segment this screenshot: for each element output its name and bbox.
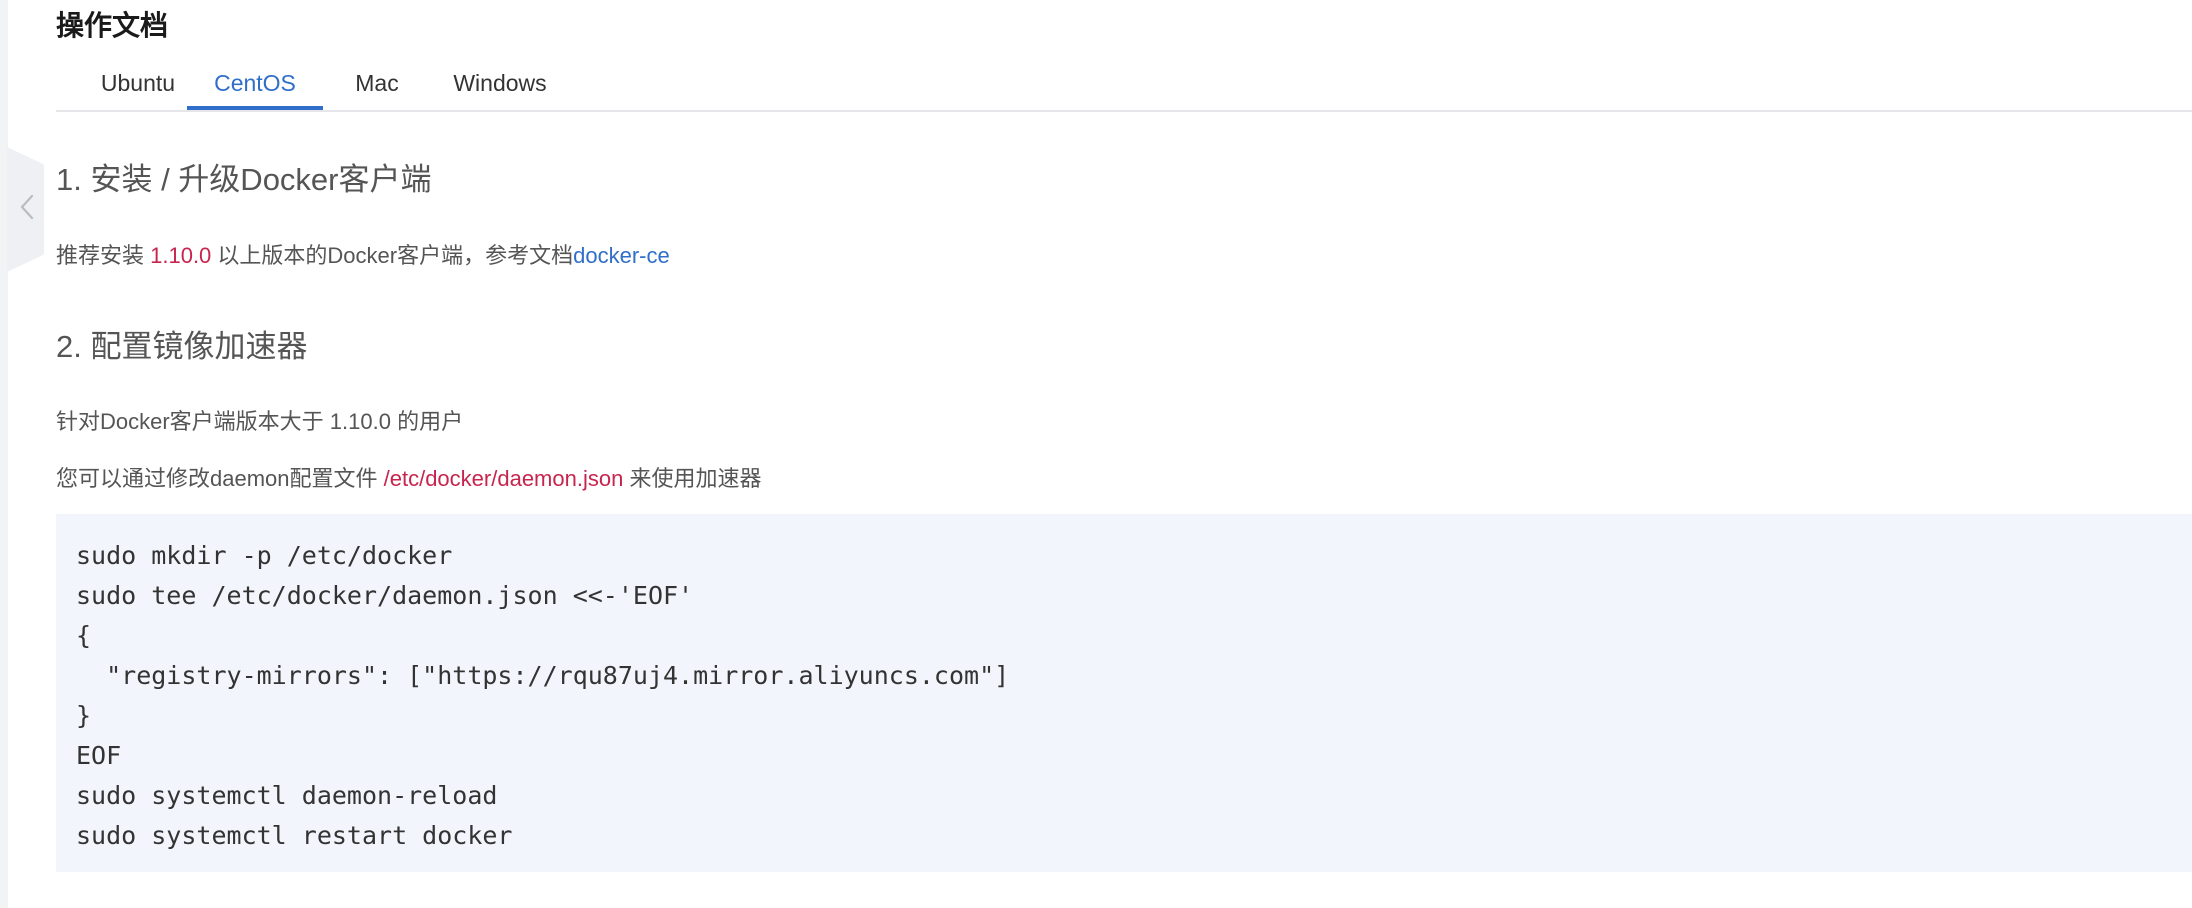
page-title: 操作文档 xyxy=(56,10,169,41)
left-sidebar-edge xyxy=(0,0,8,908)
tab-ubuntu[interactable]: Ubuntu xyxy=(80,58,196,108)
config-text-prefix: 您可以通过修改daemon配置文件 xyxy=(56,466,384,491)
os-tabs: Ubuntu CentOS Mac Windows xyxy=(56,58,2192,112)
mirror-config-instruction: 您可以通过修改daemon配置文件 /etc/docker/daemon.jso… xyxy=(56,463,761,495)
config-text-suffix: 来使用加速器 xyxy=(623,466,762,491)
code-line: sudo systemctl restart docker xyxy=(76,821,513,850)
code-line: sudo tee /etc/docker/daemon.json <<-'EOF… xyxy=(76,581,694,610)
section-mirror-heading: 2. 配置镜像加速器 xyxy=(56,329,308,364)
docker-version: 1.10.0 xyxy=(150,243,212,268)
sidebar-collapse-toggle[interactable] xyxy=(7,147,44,272)
install-text-middle: 以上版本的Docker客户端，参考文档 xyxy=(211,243,574,268)
code-line: EOF xyxy=(76,741,122,770)
tab-mac[interactable]: Mac xyxy=(346,58,408,108)
tab-windows[interactable]: Windows xyxy=(440,58,560,108)
docker-ce-link[interactable]: docker-ce xyxy=(573,243,670,268)
tab-centos[interactable]: CentOS xyxy=(187,58,323,110)
code-block[interactable]: sudo mkdir -p /etc/docker sudo tee /etc/… xyxy=(56,514,2192,872)
code-line: sudo mkdir -p /etc/docker xyxy=(76,541,453,570)
code-line: sudo systemctl daemon-reload xyxy=(76,781,498,810)
install-text-prefix: 推荐安装 xyxy=(56,243,151,268)
code-line: { xyxy=(76,621,92,650)
section-install-heading: 1. 安装 / 升级Docker客户端 xyxy=(56,162,432,197)
mirror-version-note: 针对Docker客户端版本大于 1.10.0 的用户 xyxy=(56,409,464,434)
code-line: } xyxy=(76,701,92,730)
daemon-config-path: /etc/docker/daemon.json xyxy=(383,466,624,491)
install-recommendation-text: 推荐安装 1.10.0 以上版本的Docker客户端，参考文档docker-ce xyxy=(56,240,670,272)
chevron-left-icon xyxy=(16,193,36,226)
code-line: "registry-mirrors": ["https://rqu87uj4.m… xyxy=(76,661,1010,690)
